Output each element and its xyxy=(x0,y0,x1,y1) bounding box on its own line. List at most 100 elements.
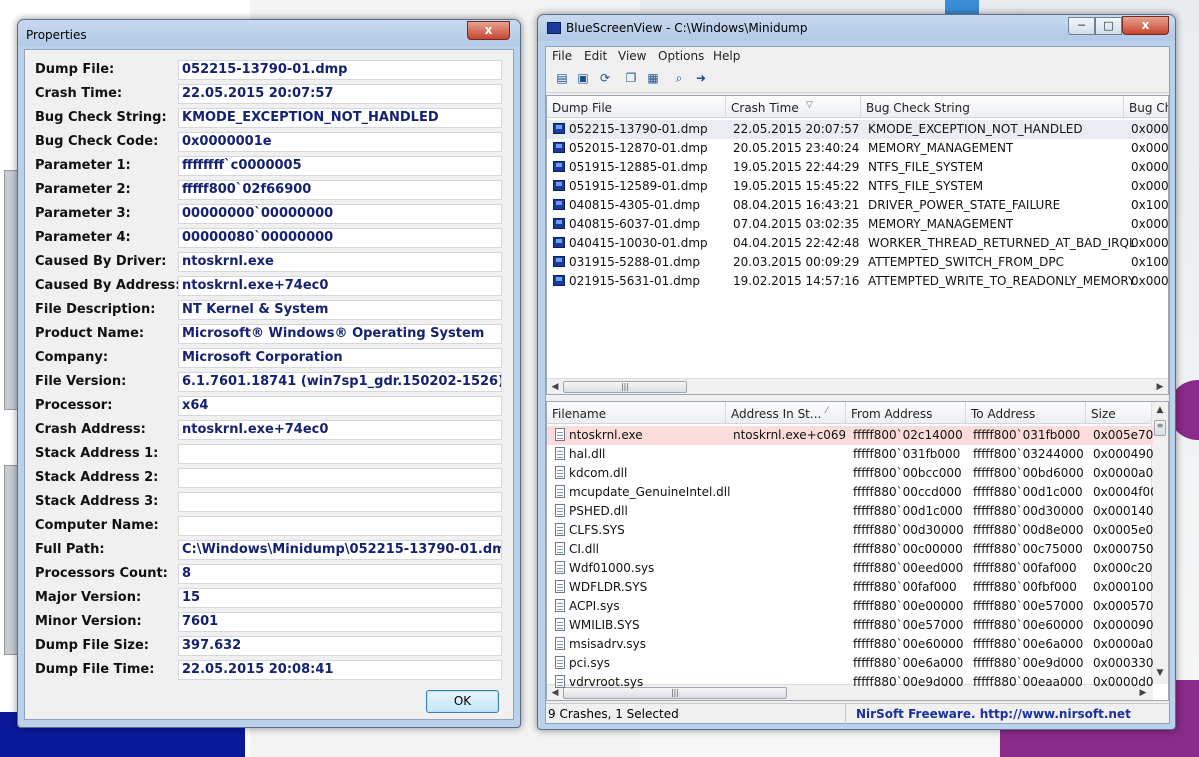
crash-row[interactable]: 052015-12870-01.dmp 20.05.2015 23:40:24 ME… xyxy=(547,139,1168,158)
driver-row[interactable]: WMILIB.SYS fffff880`00e57000 fffff880`00e6… xyxy=(547,616,1153,635)
property-value-field[interactable] xyxy=(178,444,502,464)
driver-row[interactable]: pci.sys fffff880`00e6a000 fffff880`00e9d00… xyxy=(547,654,1153,673)
crash-row[interactable]: 031915-5288-01.dmp 20.03.2015 00:09:29 ATT… xyxy=(547,253,1168,272)
scroll-right-icon[interactable]: ▶ xyxy=(1154,381,1166,393)
property-value-field[interactable]: fffff800`02f66900 xyxy=(178,180,502,200)
refresh-button[interactable]: ⟳ xyxy=(596,70,614,87)
driver-row[interactable]: CLFS.SYS fffff880`00d30000 fffff880`00d8e0… xyxy=(547,521,1153,540)
driver-row[interactable]: kdcom.dll fffff800`00bcc000 fffff800`00bd6… xyxy=(547,464,1153,483)
property-value-field[interactable]: 22.05.2015 20:07:57 xyxy=(178,84,502,104)
property-value-field[interactable] xyxy=(178,468,502,488)
property-value-field[interactable]: C:\Windows\Minidump\052215-13790-01.dmp xyxy=(178,540,502,560)
html-report-button[interactable]: ▦ xyxy=(644,70,662,87)
bsv-close-button[interactable]: x xyxy=(1122,16,1169,35)
scroll-left-icon[interactable]: ◀ xyxy=(549,381,561,393)
from-address: fffff800`031fb000 xyxy=(853,447,961,461)
find-button[interactable]: ⌕ xyxy=(670,70,688,87)
property-row: Parameter 1: ffffffff`c0000005 xyxy=(35,156,505,176)
driver-row[interactable]: vdrvroot.sys fffff880`00e9d000 fffff880`00… xyxy=(547,673,1153,692)
property-value-field[interactable]: 6.1.7601.18741 (win7sp1_gdr.150202-1526) xyxy=(178,372,502,392)
dump-file-icon xyxy=(553,237,565,248)
property-value-field[interactable]: ffffffff`c0000005 xyxy=(178,156,502,176)
property-value-field[interactable]: 7601 xyxy=(178,612,502,632)
property-value-field[interactable]: 15 xyxy=(178,588,502,608)
scroll-up-icon[interactable]: ▲ xyxy=(1154,404,1166,416)
crash-row[interactable]: 021915-5631-01.dmp 19.02.2015 14:57:16 ATT… xyxy=(547,272,1168,291)
nirsoft-link[interactable]: NirSoft Freeware. http://www.nirsoft.net xyxy=(856,707,1131,721)
driver-row[interactable]: ntoskrnl.exe ntoskrnl.exe+c0698 fffff800`0… xyxy=(547,426,1153,445)
property-row: Parameter 2: fffff800`02f66900 xyxy=(35,180,505,200)
driver-row[interactable]: ACPI.sys fffff880`00e00000 fffff880`00e570… xyxy=(547,597,1153,616)
property-value-field[interactable]: NT Kernel & System xyxy=(178,300,502,320)
column-header[interactable]: Bug Check String xyxy=(861,96,1124,118)
property-value-field[interactable]: ntoskrnl.exe+74ec0 xyxy=(178,420,502,440)
column-header[interactable]: Size xyxy=(1086,402,1156,424)
crash-list-hscroll[interactable]: ◀ ||| ▶ xyxy=(547,378,1168,394)
copy-button[interactable]: ❐ xyxy=(622,70,640,87)
crash-row[interactable]: 040815-6037-01.dmp 07.04.2015 03:02:35 MEM… xyxy=(547,215,1168,234)
crash-list[interactable]: Dump File Crash Time ▽ Bug Check String Bug … xyxy=(546,95,1169,395)
property-value-field[interactable]: Microsoft® Windows® Operating System xyxy=(178,324,502,344)
property-value-field[interactable]: Microsoft Corporation xyxy=(178,348,502,368)
column-header[interactable]: Crash Time ▽ xyxy=(726,96,861,118)
column-header[interactable]: Address In St... ⁄ xyxy=(726,402,846,424)
to-address: fffff880`00eaa000 xyxy=(973,675,1083,689)
property-value-field[interactable]: ntoskrnl.exe xyxy=(178,252,502,272)
property-value-field[interactable]: 397.632 xyxy=(178,636,502,656)
bsv-titlebar[interactable]: BlueScreenView - C:\Windows\Minidump ─ □… xyxy=(538,15,1175,41)
crash-row[interactable]: 051915-12589-01.dmp 19.05.2015 15:45:22 NT… xyxy=(547,177,1168,196)
ok-button[interactable]: OK xyxy=(426,690,499,713)
crash-row[interactable]: 052215-13790-01.dmp 22.05.2015 20:07:57 KM… xyxy=(547,120,1168,139)
background-panel xyxy=(4,465,18,655)
column-header[interactable]: From Address xyxy=(846,402,966,424)
crash-row[interactable]: 051915-12885-01.dmp 19.05.2015 22:44:29 NT… xyxy=(547,158,1168,177)
to-address: fffff800`031fb000 xyxy=(973,428,1081,442)
column-header[interactable]: Bug Ch xyxy=(1124,96,1168,118)
scroll-thumb[interactable]: ||| xyxy=(563,381,687,393)
menu-edit[interactable]: Edit xyxy=(584,49,607,63)
property-value-field[interactable]: 052215-13790-01.dmp xyxy=(178,60,502,80)
driver-list-vscroll[interactable]: ▲ ≡ ▼ xyxy=(1151,402,1168,684)
crash-row[interactable]: 040415-10030-01.dmp 04.04.2015 22:42:48 WO… xyxy=(547,234,1168,253)
menu-view[interactable]: View xyxy=(618,49,646,63)
driver-row[interactable]: mcupdate_GenuineIntel.dll fffff880`00ccd0… xyxy=(547,483,1153,502)
driver-row[interactable]: WDFLDR.SYS fffff880`00faf000 fffff880`00fb… xyxy=(547,578,1153,597)
maximize-button[interactable]: □ xyxy=(1095,17,1122,35)
property-value-field[interactable]: 00000080`00000000 xyxy=(178,228,502,248)
driver-file-icon xyxy=(555,561,565,574)
scroll-down-icon[interactable]: ▼ xyxy=(1154,667,1166,679)
property-value-field[interactable]: ntoskrnl.exe+74ec0 xyxy=(178,276,502,296)
menu-file[interactable]: File xyxy=(552,49,572,63)
property-value-field[interactable]: 0x0000001e xyxy=(178,132,502,152)
menu-help[interactable]: Help xyxy=(713,49,740,63)
driver-row[interactable]: hal.dll fffff800`031fb000 fffff800`0324400… xyxy=(547,445,1153,464)
property-value-field[interactable]: x64 xyxy=(178,396,502,416)
property-value-field[interactable] xyxy=(178,516,502,536)
property-label: Parameter 4: xyxy=(35,230,131,245)
driver-row[interactable]: CI.dll fffff880`00c00000 fffff880`00c75000… xyxy=(547,540,1153,559)
driver-row[interactable]: Wdf01000.sys fffff880`00eed000 fffff880`00… xyxy=(547,559,1153,578)
property-value-field[interactable]: 22.05.2015 20:08:41 xyxy=(178,660,502,680)
driver-file-icon xyxy=(555,523,565,536)
save-button[interactable]: ▣ xyxy=(574,70,592,87)
column-header[interactable]: Filename xyxy=(547,402,726,424)
close-button[interactable]: x xyxy=(467,21,510,40)
menu-options[interactable]: Options xyxy=(658,49,704,63)
column-header[interactable]: To Address xyxy=(966,402,1086,424)
minimize-button[interactable]: ─ xyxy=(1068,17,1095,35)
column-header[interactable]: Dump File xyxy=(547,96,726,118)
exit-button[interactable]: ➜ xyxy=(692,70,710,87)
crash-row[interactable]: 040815-4305-01.dmp 08.04.2015 16:43:21 DRI… xyxy=(547,196,1168,215)
property-value-field[interactable]: 00000000`00000000 xyxy=(178,204,502,224)
driver-row[interactable]: PSHED.dll fffff880`00d1c000 fffff880`00d30… xyxy=(547,502,1153,521)
bug-check-string: WORKER_THREAD_RETURNED_AT_BAD_IRQL xyxy=(868,236,1136,250)
scroll-thumb[interactable]: ≡ xyxy=(1154,420,1166,436)
properties-panel: OK Dump File: 052215-13790-01.dmp Crash Ti… xyxy=(24,49,514,720)
property-value-field[interactable]: 8 xyxy=(178,564,502,584)
property-value-field[interactable]: KMODE_EXCEPTION_NOT_HANDLED xyxy=(178,108,502,128)
property-value-field[interactable] xyxy=(178,492,502,512)
properties-button[interactable]: ▤ xyxy=(553,70,571,87)
properties-titlebar[interactable]: Properties x xyxy=(18,20,520,46)
driver-row[interactable]: msisadrv.sys fffff880`00e60000 fffff880`00… xyxy=(547,635,1153,654)
driver-list[interactable]: Filename Address In St... ⁄ From Address To … xyxy=(546,401,1169,701)
